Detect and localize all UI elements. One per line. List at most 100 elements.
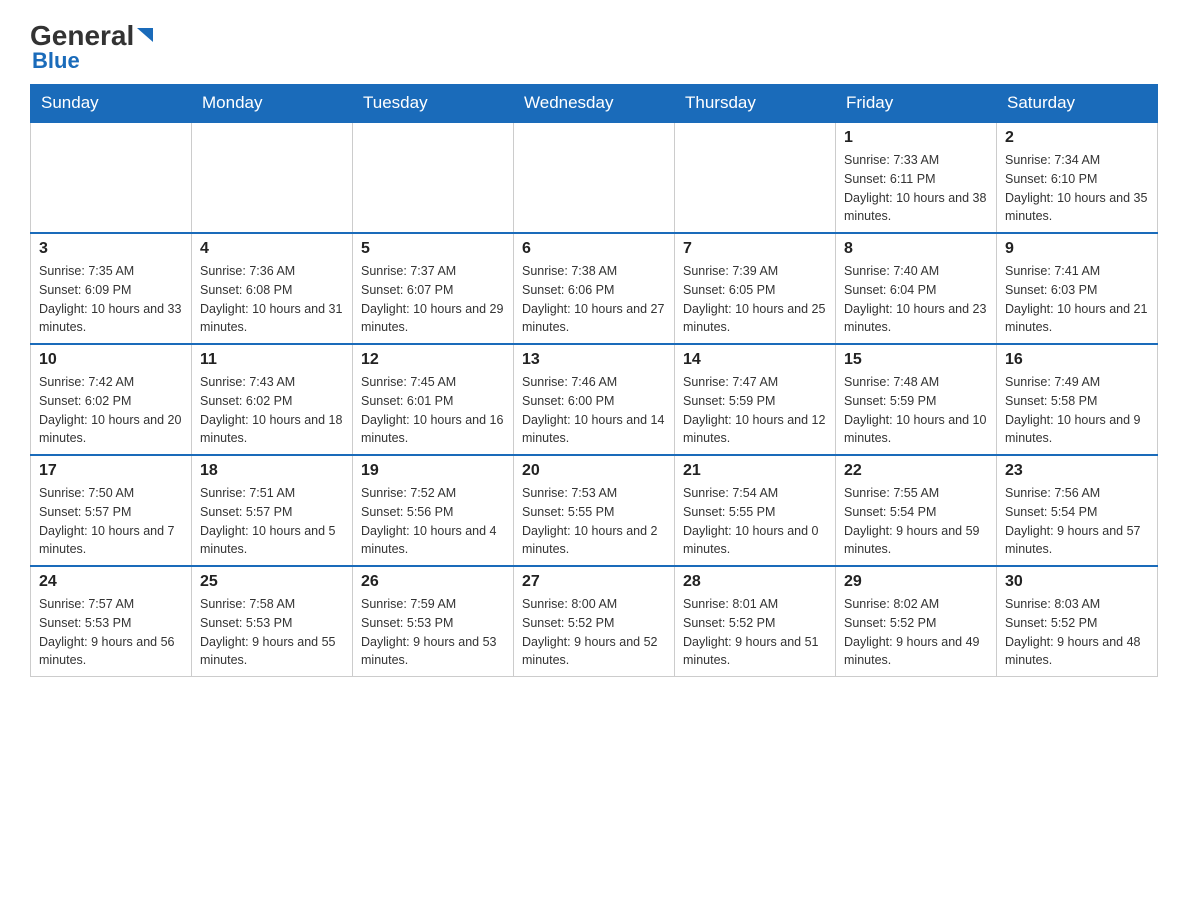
calendar-cell — [514, 122, 675, 233]
day-number: 24 — [39, 573, 183, 591]
day-number: 28 — [683, 573, 827, 591]
day-info: Sunrise: 7:38 AMSunset: 6:06 PMDaylight:… — [522, 262, 666, 337]
day-number: 27 — [522, 573, 666, 591]
calendar-cell: 20 Sunrise: 7:53 AMSunset: 5:55 PMDayligh… — [514, 455, 675, 566]
day-number: 9 — [1005, 240, 1149, 258]
day-number: 1 — [844, 129, 988, 147]
day-number: 29 — [844, 573, 988, 591]
page-header: General Blue — [30, 20, 1158, 74]
calendar-week-1: 1 Sunrise: 7:33 AMSunset: 6:11 PMDaylight… — [31, 122, 1158, 233]
day-info: Sunrise: 7:56 AMSunset: 5:54 PMDaylight:… — [1005, 484, 1149, 559]
day-number: 3 — [39, 240, 183, 258]
calendar-cell: 25 Sunrise: 7:58 AMSunset: 5:53 PMDayligh… — [192, 566, 353, 677]
day-info: Sunrise: 7:34 AMSunset: 6:10 PMDaylight:… — [1005, 151, 1149, 226]
day-number: 13 — [522, 351, 666, 369]
day-info: Sunrise: 7:51 AMSunset: 5:57 PMDaylight:… — [200, 484, 344, 559]
calendar-cell: 11 Sunrise: 7:43 AMSunset: 6:02 PMDayligh… — [192, 344, 353, 455]
calendar-cell: 26 Sunrise: 7:59 AMSunset: 5:53 PMDayligh… — [353, 566, 514, 677]
weekday-header-monday: Monday — [192, 85, 353, 123]
day-number: 20 — [522, 462, 666, 480]
calendar-cell: 17 Sunrise: 7:50 AMSunset: 5:57 PMDayligh… — [31, 455, 192, 566]
day-number: 30 — [1005, 573, 1149, 591]
day-number: 18 — [200, 462, 344, 480]
calendar-cell: 1 Sunrise: 7:33 AMSunset: 6:11 PMDaylight… — [836, 122, 997, 233]
calendar-cell: 23 Sunrise: 7:56 AMSunset: 5:54 PMDayligh… — [997, 455, 1158, 566]
calendar-cell: 12 Sunrise: 7:45 AMSunset: 6:01 PMDayligh… — [353, 344, 514, 455]
day-info: Sunrise: 7:45 AMSunset: 6:01 PMDaylight:… — [361, 373, 505, 448]
calendar-week-3: 10 Sunrise: 7:42 AMSunset: 6:02 PMDayligh… — [31, 344, 1158, 455]
day-info: Sunrise: 7:53 AMSunset: 5:55 PMDaylight:… — [522, 484, 666, 559]
weekday-header-sunday: Sunday — [31, 85, 192, 123]
calendar-cell: 27 Sunrise: 8:00 AMSunset: 5:52 PMDayligh… — [514, 566, 675, 677]
weekday-header-saturday: Saturday — [997, 85, 1158, 123]
calendar-cell: 15 Sunrise: 7:48 AMSunset: 5:59 PMDayligh… — [836, 344, 997, 455]
day-info: Sunrise: 7:57 AMSunset: 5:53 PMDaylight:… — [39, 595, 183, 670]
day-info: Sunrise: 7:35 AMSunset: 6:09 PMDaylight:… — [39, 262, 183, 337]
calendar-cell: 6Sunrise: 7:38 AMSunset: 6:06 PMDaylight… — [514, 233, 675, 344]
day-number: 22 — [844, 462, 988, 480]
day-number: 26 — [361, 573, 505, 591]
day-info: Sunrise: 7:39 AMSunset: 6:05 PMDaylight:… — [683, 262, 827, 337]
calendar-cell: 21 Sunrise: 7:54 AMSunset: 5:55 PMDayligh… — [675, 455, 836, 566]
day-info: Sunrise: 7:50 AMSunset: 5:57 PMDaylight:… — [39, 484, 183, 559]
calendar-week-5: 24 Sunrise: 7:57 AMSunset: 5:53 PMDayligh… — [31, 566, 1158, 677]
day-info: Sunrise: 7:41 AMSunset: 6:03 PMDaylight:… — [1005, 262, 1149, 337]
calendar-cell: 16 Sunrise: 7:49 AMSunset: 5:58 PMDayligh… — [997, 344, 1158, 455]
calendar-week-2: 3 Sunrise: 7:35 AMSunset: 6:09 PMDaylight… — [31, 233, 1158, 344]
day-info: Sunrise: 7:58 AMSunset: 5:53 PMDaylight:… — [200, 595, 344, 670]
day-number: 23 — [1005, 462, 1149, 480]
day-info: Sunrise: 7:36 AMSunset: 6:08 PMDaylight:… — [200, 262, 344, 337]
day-info: Sunrise: 8:03 AMSunset: 5:52 PMDaylight:… — [1005, 595, 1149, 670]
logo: General Blue — [30, 20, 153, 74]
day-number: 12 — [361, 351, 505, 369]
day-info: Sunrise: 7:59 AMSunset: 5:53 PMDaylight:… — [361, 595, 505, 670]
day-number: 2 — [1005, 129, 1149, 147]
day-number: 21 — [683, 462, 827, 480]
day-info: Sunrise: 7:52 AMSunset: 5:56 PMDaylight:… — [361, 484, 505, 559]
calendar-cell — [675, 122, 836, 233]
day-info: Sunrise: 7:37 AMSunset: 6:07 PMDaylight:… — [361, 262, 505, 337]
calendar-cell: 3 Sunrise: 7:35 AMSunset: 6:09 PMDaylight… — [31, 233, 192, 344]
calendar-cell: 13 Sunrise: 7:46 AMSunset: 6:00 PMDayligh… — [514, 344, 675, 455]
day-info: Sunrise: 7:33 AMSunset: 6:11 PMDaylight:… — [844, 151, 988, 226]
calendar-table: SundayMondayTuesdayWednesdayThursdayFrid… — [30, 84, 1158, 677]
day-number: 15 — [844, 351, 988, 369]
day-number: 14 — [683, 351, 827, 369]
day-info: Sunrise: 7:54 AMSunset: 5:55 PMDaylight:… — [683, 484, 827, 559]
weekday-header-wednesday: Wednesday — [514, 85, 675, 123]
calendar-cell — [31, 122, 192, 233]
logo-triangle-icon — [137, 28, 153, 49]
day-info: Sunrise: 7:55 AMSunset: 5:54 PMDaylight:… — [844, 484, 988, 559]
day-info: Sunrise: 7:49 AMSunset: 5:58 PMDaylight:… — [1005, 373, 1149, 448]
calendar-cell — [353, 122, 514, 233]
day-info: Sunrise: 8:02 AMSunset: 5:52 PMDaylight:… — [844, 595, 988, 670]
calendar-cell: 10 Sunrise: 7:42 AMSunset: 6:02 PMDayligh… — [31, 344, 192, 455]
calendar-cell: 29 Sunrise: 8:02 AMSunset: 5:52 PMDayligh… — [836, 566, 997, 677]
calendar-cell: 5 Sunrise: 7:37 AMSunset: 6:07 PMDaylight… — [353, 233, 514, 344]
day-number: 17 — [39, 462, 183, 480]
weekday-header-friday: Friday — [836, 85, 997, 123]
day-info: Sunrise: 7:46 AMSunset: 6:00 PMDaylight:… — [522, 373, 666, 448]
calendar-cell: 22 Sunrise: 7:55 AMSunset: 5:54 PMDayligh… — [836, 455, 997, 566]
calendar-cell: 30 Sunrise: 8:03 AMSunset: 5:52 PMDayligh… — [997, 566, 1158, 677]
day-info: Sunrise: 8:00 AMSunset: 5:52 PMDaylight:… — [522, 595, 666, 670]
day-info: Sunrise: 7:42 AMSunset: 6:02 PMDaylight:… — [39, 373, 183, 448]
day-number: 11 — [200, 351, 344, 369]
day-number: 16 — [1005, 351, 1149, 369]
day-number: 10 — [39, 351, 183, 369]
day-info: Sunrise: 7:48 AMSunset: 5:59 PMDaylight:… — [844, 373, 988, 448]
calendar-cell — [192, 122, 353, 233]
calendar-cell: 19 Sunrise: 7:52 AMSunset: 5:56 PMDayligh… — [353, 455, 514, 566]
calendar-cell: 14 Sunrise: 7:47 AMSunset: 5:59 PMDayligh… — [675, 344, 836, 455]
day-number: 25 — [200, 573, 344, 591]
day-number: 19 — [361, 462, 505, 480]
day-info: Sunrise: 7:43 AMSunset: 6:02 PMDaylight:… — [200, 373, 344, 448]
day-number: 5 — [361, 240, 505, 258]
logo-blue-text: Blue — [32, 48, 80, 74]
calendar-cell: 9 Sunrise: 7:41 AMSunset: 6:03 PMDaylight… — [997, 233, 1158, 344]
day-info: Sunrise: 8:01 AMSunset: 5:52 PMDaylight:… — [683, 595, 827, 670]
day-info: Sunrise: 7:47 AMSunset: 5:59 PMDaylight:… — [683, 373, 827, 448]
day-info: Sunrise: 7:40 AMSunset: 6:04 PMDaylight:… — [844, 262, 988, 337]
calendar-cell: 4Sunrise: 7:36 AMSunset: 6:08 PMDaylight… — [192, 233, 353, 344]
calendar-cell: 24 Sunrise: 7:57 AMSunset: 5:53 PMDayligh… — [31, 566, 192, 677]
